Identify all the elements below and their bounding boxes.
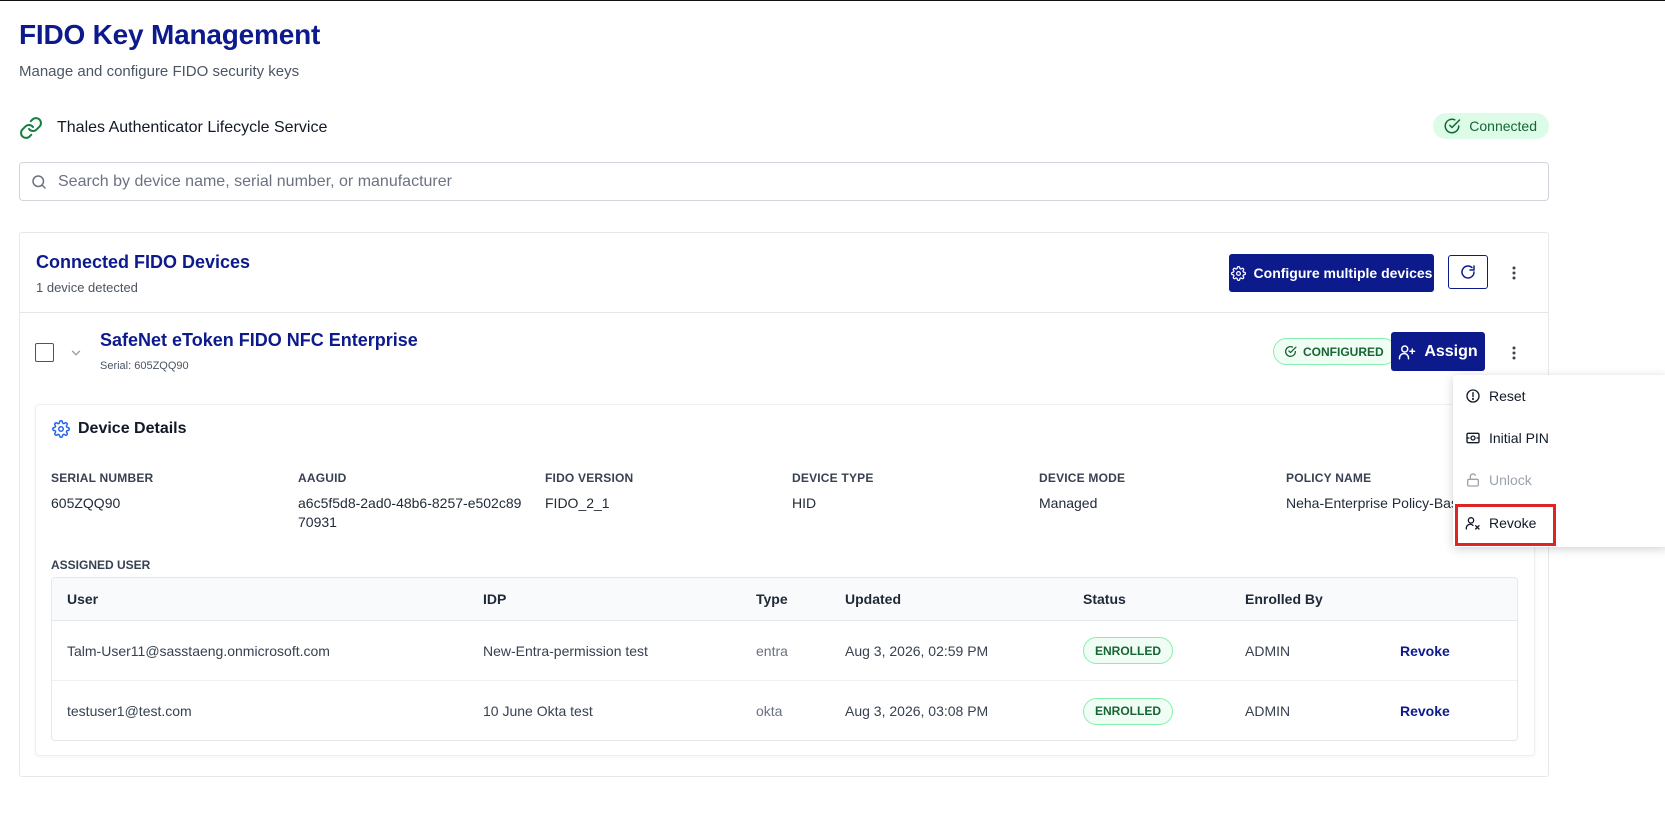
column-header: Updated xyxy=(845,591,901,607)
card-header: Connected FIDO Devices 1 device detected… xyxy=(20,233,1548,313)
configured-label: CONFIGURED xyxy=(1303,344,1384,359)
enrolled-by-cell: ADMIN xyxy=(1245,642,1291,659)
menu-item-label: Unlock xyxy=(1489,472,1532,488)
details-title-label: Device Details xyxy=(78,420,187,437)
menu-item-revoke[interactable]: Revoke xyxy=(1453,503,1665,543)
configure-multiple-devices-button[interactable]: Configure multiple devices xyxy=(1229,254,1434,292)
check-circle-icon xyxy=(1284,345,1297,358)
device-select-checkbox[interactable] xyxy=(35,343,54,362)
column-header: Status xyxy=(1083,591,1126,607)
revoke-link[interactable]: Revoke xyxy=(1400,703,1450,719)
idp-cell: New-Entra-permission test xyxy=(483,642,648,659)
menu-item-label: Revoke xyxy=(1489,515,1537,531)
status-cell: ENROLLED xyxy=(1083,681,1173,740)
type-cell: okta xyxy=(756,703,783,719)
device-serial: Serial: 605ZQQ90 xyxy=(100,360,189,372)
column-header: Enrolled By xyxy=(1245,591,1323,607)
search-icon xyxy=(30,173,48,191)
detail-aaguid: AAGUID a6c5f5d8-2ad0-48b6-8257-e502c8970… xyxy=(298,471,528,532)
detail-value: 605ZQQ90 xyxy=(51,495,121,511)
action-cell: Revoke xyxy=(1400,621,1450,680)
table-row: Talm-User11@sasstaeng.onmicrosoft.com Ne… xyxy=(52,621,1517,681)
column-header: User xyxy=(67,591,99,607)
user-cell: Talm-User11@sasstaeng.onmicrosoft.com xyxy=(67,642,330,659)
detail-device-type: DEVICE TYPE HID xyxy=(792,471,1027,513)
unlock-icon xyxy=(1465,472,1481,488)
connected-badge: Connected xyxy=(1433,113,1549,139)
menu-item-initial-pin[interactable]: Initial PIN xyxy=(1453,418,1665,458)
gear-icon xyxy=(52,420,70,438)
detail-value: a6c5f5d8-2ad0-48b6-8257-e502c8970931 xyxy=(298,495,522,530)
detail-label: AAGUID xyxy=(298,471,347,485)
chevron-down-icon[interactable] xyxy=(69,346,83,360)
refresh-button[interactable] xyxy=(1448,255,1488,289)
enrolled-by-cell: ADMIN xyxy=(1245,703,1291,719)
menu-item-unlock: Unlock xyxy=(1453,460,1665,500)
page-subtitle: Manage and configure FIDO security keys xyxy=(19,63,300,80)
column-header: Type xyxy=(756,591,788,607)
detail-label: DEVICE TYPE xyxy=(792,471,874,485)
connected-label: Connected xyxy=(1469,118,1537,134)
status-cell: ENROLLED xyxy=(1083,621,1173,680)
assigned-user-label: ASSIGNED USER xyxy=(51,558,151,572)
menu-item-label: Initial PIN xyxy=(1489,430,1549,446)
menu-item-label: Reset xyxy=(1489,388,1526,404)
table-row: testuser1@test.com 10 June Okta test okt… xyxy=(52,681,1517,740)
enrolled-status-badge: ENROLLED xyxy=(1083,637,1173,664)
menu-item-reset[interactable]: Reset xyxy=(1453,376,1665,416)
configure-label: Configure multiple devices xyxy=(1253,265,1433,281)
check-circle-icon xyxy=(1443,117,1461,135)
detail-label: FIDO VERSION xyxy=(545,471,634,485)
updated-cell: Aug 3, 2026, 03:08 PM xyxy=(845,703,989,719)
service-status-row: Thales Authenticator Lifecycle Service C… xyxy=(19,113,1549,143)
device-name: SafeNet eToken FIDO NFC Enterprise xyxy=(100,330,418,350)
detail-value: Managed xyxy=(1039,495,1098,511)
search-input[interactable] xyxy=(20,163,1548,200)
page-title: FIDO Key Management xyxy=(19,19,321,50)
more-options-icon[interactable] xyxy=(1502,261,1526,285)
configured-status-badge: CONFIGURED xyxy=(1273,338,1397,365)
updated-cell: Aug 3, 2026, 02:59 PM xyxy=(845,642,989,659)
refresh-icon xyxy=(1460,264,1476,280)
user-cell: testuser1@test.com xyxy=(67,703,192,719)
service-name: Thales Authenticator Lifecycle Service xyxy=(57,119,328,136)
search-box xyxy=(19,162,1549,201)
device-details-title: Device Details xyxy=(52,420,187,438)
table-header: User IDP Type Updated Status Enrolled By xyxy=(52,578,1517,621)
detail-serial-number: SERIAL NUMBER 605ZQQ90 xyxy=(51,471,286,513)
detail-value: FIDO_2_1 xyxy=(545,495,610,511)
assigned-users-table: User IDP Type Updated Status Enrolled By… xyxy=(51,577,1518,741)
detail-value: HID xyxy=(792,495,817,511)
action-cell: Revoke xyxy=(1400,681,1450,740)
detail-device-mode: DEVICE MODE Managed xyxy=(1039,471,1274,513)
device-more-options-icon[interactable] xyxy=(1502,341,1526,365)
device-actions-menu: Reset Initial PIN Unlock Revoke xyxy=(1453,375,1665,547)
device-details-panel: Device Details SERIAL NUMBER 605ZQQ90 AA… xyxy=(35,404,1535,756)
assign-label: Assign xyxy=(1424,342,1478,360)
detail-fido-version: FIDO VERSION FIDO_2_1 xyxy=(545,471,780,513)
card-title: Connected FIDO Devices xyxy=(36,252,251,272)
user-plus-icon xyxy=(1398,343,1416,361)
user-x-icon xyxy=(1465,515,1481,531)
connected-devices-card: Connected FIDO Devices 1 device detected… xyxy=(19,232,1549,777)
idp-cell: 10 June Okta test xyxy=(483,703,593,719)
gear-icon xyxy=(1230,265,1246,281)
type-cell: entra xyxy=(756,642,788,659)
alert-circle-icon xyxy=(1465,388,1481,404)
assign-button[interactable]: Assign xyxy=(1391,332,1485,371)
detail-label: DEVICE MODE xyxy=(1039,471,1126,485)
enrolled-status-badge: ENROLLED xyxy=(1083,697,1173,725)
revoke-link[interactable]: Revoke xyxy=(1400,643,1450,659)
detail-label: SERIAL NUMBER xyxy=(51,471,154,485)
column-header: IDP xyxy=(483,591,507,607)
link-icon xyxy=(19,116,43,140)
device-count: 1 device detected xyxy=(36,280,138,295)
pin-icon xyxy=(1465,430,1481,446)
device-row: SafeNet eToken FIDO NFC Enterprise Seria… xyxy=(20,314,1548,394)
